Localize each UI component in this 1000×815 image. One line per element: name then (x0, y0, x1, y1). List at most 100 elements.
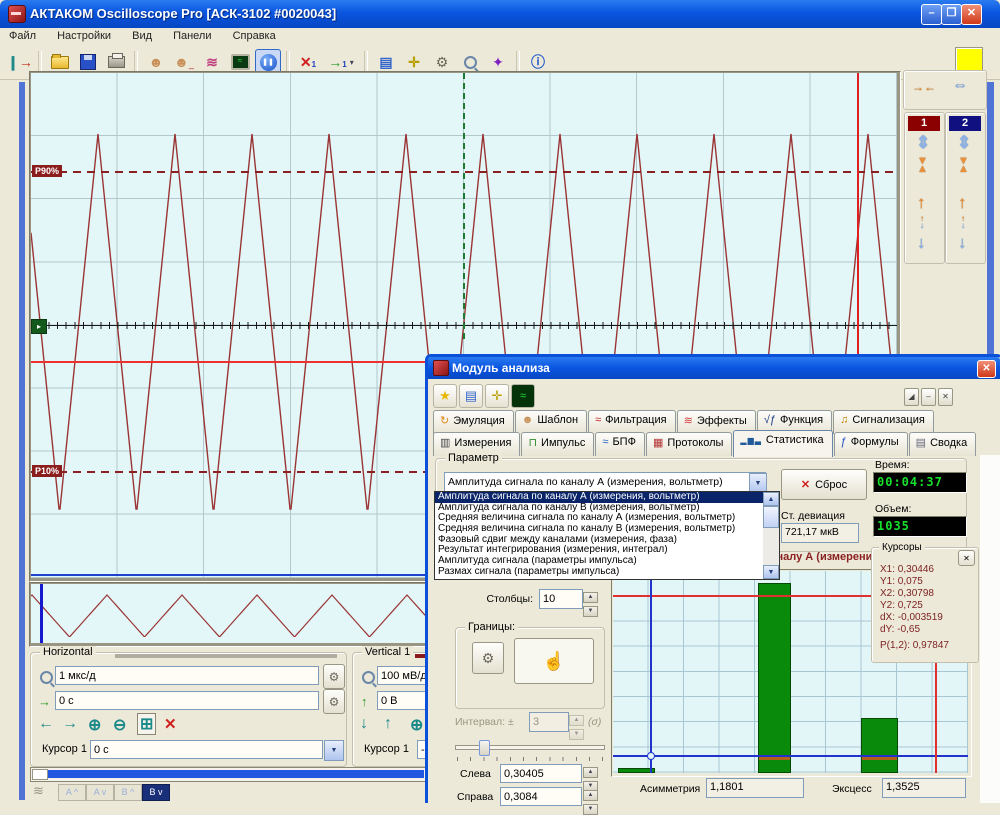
vzoom-in-button[interactable]: ⊕ (410, 715, 423, 735)
close-button[interactable]: ✕ (961, 4, 982, 25)
ch1-fine-shift-icon[interactable]: ↑↓ (920, 215, 924, 229)
ch2-compress-icon[interactable]: ▼▲ (958, 157, 969, 173)
dialog-x-button[interactable]: ✕ (938, 388, 953, 406)
shift-down-button[interactable]: ↓ (360, 715, 368, 733)
menu-settings[interactable]: Настройки (48, 28, 120, 42)
interval-slider[interactable] (455, 739, 603, 759)
right-bound-spinner[interactable]: ▲▼ (583, 787, 598, 815)
minimize-button[interactable]: – (921, 4, 942, 25)
dropdown-option[interactable]: Фазовый сдвиг между каналами (измерения,… (435, 535, 763, 546)
scroll-left-button[interactable]: ← (38, 715, 54, 733)
color-swatch[interactable] (955, 47, 983, 71)
scroll-down-icon[interactable]: ▼ (763, 565, 779, 579)
tab-emulation[interactable]: ↻Эмуляция (433, 410, 514, 434)
tab-protocols[interactable]: ▦Протоколы (646, 432, 732, 456)
p10-label[interactable]: P10% (32, 465, 62, 477)
time-offset-field[interactable] (55, 691, 319, 710)
dialog-scope-button[interactable]: ≈ (511, 384, 535, 408)
tab-alarm[interactable]: ♫Сигнализация (833, 410, 934, 434)
favorite-button[interactable]: ★ (433, 384, 457, 408)
tab-template[interactable]: ☻Шаблон (515, 410, 587, 434)
zoom-window-button[interactable]: ⊞ (137, 713, 156, 735)
dialog-level-button[interactable]: ✛ (485, 384, 509, 408)
zoom-reset-button[interactable]: ✕ (164, 715, 177, 733)
columns-field[interactable] (539, 589, 583, 609)
ch1-shift-down-icon[interactable]: ↓ (917, 233, 926, 253)
ch2-autoscale-icon[interactable]: ⇕ (957, 133, 971, 153)
ch1-compress-icon[interactable]: ▼▲ (917, 157, 928, 173)
overview-cursor[interactable] (40, 584, 43, 643)
channel1-header[interactable]: 1 (908, 116, 940, 131)
offset-auto-button[interactable]: ⚙ (323, 689, 345, 714)
dialog-minimize-button[interactable]: – (921, 388, 936, 406)
maximize-button[interactable]: ❐ (941, 4, 962, 25)
h-cursor-field[interactable] (90, 740, 323, 759)
dock-button[interactable]: ◢ (904, 388, 919, 406)
left-bound-field[interactable] (500, 764, 582, 783)
ch2-shift-up-icon[interactable]: ↑ (958, 193, 967, 213)
level-meter-icon: ✛ (408, 54, 420, 71)
shift-up-button[interactable]: ↑ (384, 715, 392, 733)
tab-formulas[interactable]: ƒФормулы (834, 432, 908, 456)
ch2-fine-shift-icon[interactable]: ↑↓ (961, 215, 965, 229)
tab-a-up[interactable]: A ^ (58, 784, 86, 801)
menu-panels[interactable]: Панели (164, 28, 220, 42)
time-cursor-line[interactable] (463, 73, 465, 341)
ch2-shift-down-icon[interactable]: ↓ (958, 233, 967, 253)
interval-slider-thumb[interactable] (479, 740, 490, 756)
timebase-field[interactable] (55, 666, 319, 685)
columns-spinner[interactable]: ▲▼ (583, 589, 598, 617)
tab-b-up[interactable]: B ^ (114, 784, 142, 801)
h-cursor-dropdown-button[interactable]: ▼ (324, 740, 344, 761)
scroll-right-button[interactable]: → (62, 715, 78, 733)
menu-file[interactable]: Файл (0, 28, 45, 42)
position-slider[interactable] (30, 767, 428, 782)
dialog-info-button[interactable]: ▤ (459, 384, 483, 408)
hist-cursor1-vline[interactable] (650, 571, 652, 773)
auto-bounds-button[interactable]: ⚙ (472, 642, 504, 674)
channel2-header[interactable]: 2 (949, 116, 981, 131)
interval-field[interactable] (529, 712, 569, 732)
dropdown-scrollbar[interactable]: ▲ ▼ (763, 492, 779, 579)
tab-pulse[interactable]: ⊓Импульс (521, 432, 594, 456)
dropdown-option[interactable]: Амплитуда сигнала по каналу А (измерения… (435, 492, 763, 503)
tab-statistics[interactable]: ▂▆▃Статистика (733, 430, 832, 457)
exit-icon: ❙→ (7, 54, 33, 71)
cursors-close-button[interactable]: ✕ (958, 550, 975, 566)
ch1-shift-up-icon[interactable]: ↑ (917, 193, 926, 213)
dropdown-option[interactable]: Результат интегрирования (измерения, инт… (435, 545, 763, 556)
dropdown-option[interactable]: Средняя величина сигнала по каналу В (из… (435, 524, 763, 535)
dropdown-option[interactable]: Размах сигнала (параметры импульса) (435, 567, 763, 578)
zoom-out-button[interactable]: ⊖ (113, 715, 126, 735)
menu-view[interactable]: Вид (123, 28, 161, 42)
dropdown-option[interactable]: Амплитуда сигнала (параметры импульса) (435, 556, 763, 567)
ch1-autoscale-icon[interactable]: ⇕ (916, 133, 930, 153)
compress-horizontal-icon[interactable]: →← (912, 80, 936, 94)
expand-horizontal-icon[interactable]: ⇔ (952, 77, 968, 95)
trace-tools-icon[interactable]: ≋ (33, 783, 44, 799)
tab-a-down[interactable]: A v (86, 784, 114, 801)
dropdown-option[interactable]: Амплитуда сигнала по каналу В (измерения… (435, 503, 763, 514)
dialog-close-button[interactable]: ✕ (977, 360, 996, 378)
zoom-in-button[interactable]: ⊕ (88, 715, 101, 735)
manual-bounds-button[interactable]: ☝ (514, 638, 594, 684)
tab-fft[interactable]: ≈БПФ (595, 432, 645, 456)
timebase-auto-button[interactable]: ⚙ (323, 664, 345, 689)
scroll-up-icon[interactable]: ▲ (763, 492, 779, 506)
tab-b-down[interactable]: B v (142, 784, 170, 801)
reset-button[interactable]: ✕ Сброс (781, 469, 867, 500)
hist-cursor-origin[interactable] (647, 752, 655, 760)
hist-cursor1-hline[interactable] (613, 755, 968, 757)
menu-help[interactable]: Справка (224, 28, 285, 42)
formulas-icon: ƒ (841, 436, 847, 448)
dropdown-option[interactable]: Средняя величина сигнала по каналу А (из… (435, 513, 763, 524)
tab-filtering[interactable]: ≈Фильтрация (588, 410, 676, 434)
slider-handle[interactable] (32, 769, 48, 780)
scrollbar-thumb[interactable] (763, 506, 779, 528)
right-bound-field[interactable] (500, 787, 582, 806)
cursor-y2: Y2: 0,725 (872, 600, 978, 612)
trigger-marker[interactable]: ▸ (31, 319, 47, 334)
tab-summary[interactable]: ▤Сводка (909, 432, 977, 456)
parameter-combobox[interactable]: Амплитуда сигнала по каналу А (измерения… (444, 472, 766, 493)
p90-label[interactable]: P90% (32, 165, 62, 177)
